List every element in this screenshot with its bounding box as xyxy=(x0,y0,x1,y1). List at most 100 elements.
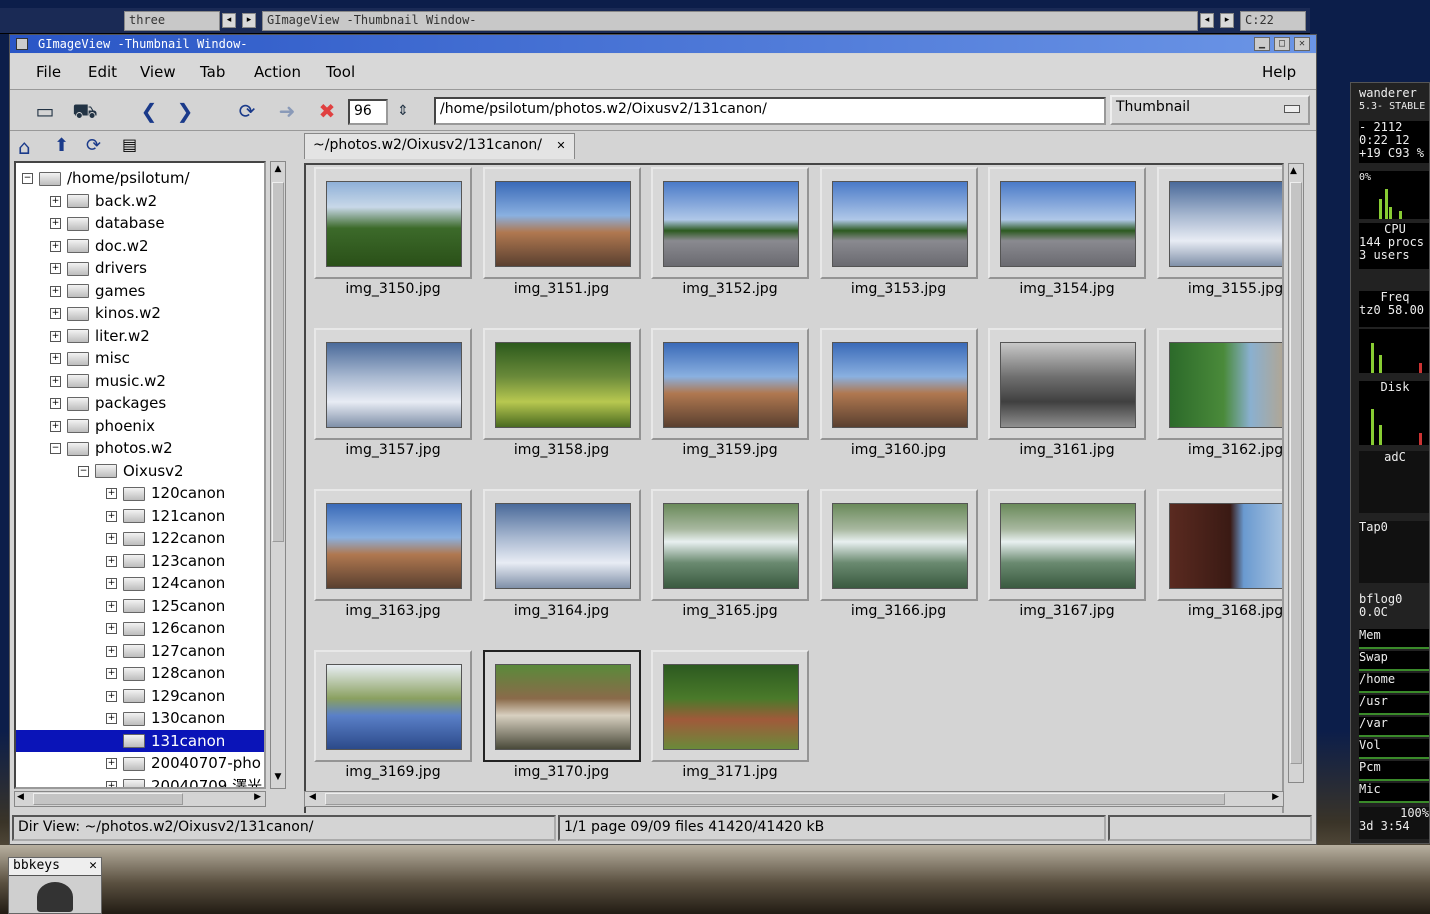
thumbnail-cell[interactable] xyxy=(651,650,809,762)
expand-icon[interactable]: + xyxy=(106,645,117,657)
thumbnail-image[interactable] xyxy=(494,342,631,428)
grid-hscroll-thumb[interactable] xyxy=(325,793,1225,805)
thumbnail-filename[interactable]: img_3165.jpg xyxy=(651,603,809,619)
tree-item[interactable]: + packages xyxy=(16,392,264,414)
dropdown-icon[interactable] xyxy=(1284,105,1300,113)
menu-edit[interactable]: Edit xyxy=(88,63,117,81)
thumbnail-filename[interactable]: img_3168.jpg xyxy=(1157,603,1282,619)
thumbnail-filename[interactable]: img_3170.jpg xyxy=(483,764,641,780)
scroll-down-icon[interactable]: ▼ xyxy=(272,772,284,786)
tree-item[interactable]: +124canon xyxy=(16,572,264,594)
thumbnail-cell[interactable] xyxy=(314,328,472,440)
scroll-up-icon[interactable]: ▲ xyxy=(272,164,284,178)
thumbnail-image[interactable] xyxy=(663,181,799,267)
go-arrow-icon[interactable]: ➜ xyxy=(274,99,300,123)
tree-item[interactable]: − /home/psilotum/ xyxy=(16,167,264,189)
scroll-up-icon[interactable]: ▲ xyxy=(1290,166,1297,176)
up-arrow-icon[interactable]: ⬆ xyxy=(54,135,69,156)
collapse-icon[interactable]: − xyxy=(22,173,33,184)
expand-icon[interactable]: + xyxy=(106,600,117,612)
tree-item[interactable]: − Oixusv2 xyxy=(16,460,264,482)
thumbnail-filename[interactable]: img_3163.jpg xyxy=(314,603,472,619)
stop-icon[interactable]: ✖ xyxy=(314,99,340,123)
thumbnail-cell[interactable] xyxy=(314,650,472,762)
directory-tree[interactable]: − /home/psilotum/ + back.w2 + database + doc.w2… xyxy=(14,161,266,789)
expand-icon[interactable]: + xyxy=(50,353,61,364)
thumbnail-filename[interactable]: img_3167.jpg xyxy=(988,603,1146,619)
tree-item[interactable]: + database xyxy=(16,212,264,234)
expand-icon[interactable]: + xyxy=(106,555,117,567)
expand-icon[interactable]: + xyxy=(50,308,61,319)
tree-item[interactable]: + music.w2 xyxy=(16,370,264,392)
thumbnail-image[interactable] xyxy=(1000,342,1136,428)
thumbnail-filename[interactable]: img_3159.jpg xyxy=(651,442,809,458)
expand-icon[interactable]: + xyxy=(106,623,117,634)
collapse-icon[interactable]: − xyxy=(78,465,89,477)
expand-icon[interactable]: + xyxy=(106,533,117,544)
menu-tab[interactable]: Tab xyxy=(200,63,225,81)
thumbnail-cell[interactable] xyxy=(651,328,809,440)
thumbnail-filename[interactable]: img_3166.jpg xyxy=(820,603,978,619)
refresh-icon[interactable]: ⟳ xyxy=(86,135,101,156)
collapse-icon[interactable]: − xyxy=(50,443,61,454)
tree-item[interactable]: +122canon xyxy=(16,527,264,549)
thumbnail-image[interactable] xyxy=(831,503,968,589)
scroll-left-icon[interactable]: ◀ xyxy=(309,792,316,802)
expand-icon[interactable]: + xyxy=(50,420,61,432)
forward-arrow-icon[interactable]: ❯ xyxy=(172,99,198,123)
thumbnail-image[interactable] xyxy=(326,342,462,428)
expand-icon[interactable]: + xyxy=(50,218,61,229)
expand-icon[interactable]: + xyxy=(50,240,61,252)
scroll-right-icon[interactable]: ▶ xyxy=(1272,792,1279,802)
tree-item[interactable]: + liter.w2 xyxy=(16,325,264,347)
expand-icon[interactable] xyxy=(106,736,117,747)
expand-icon[interactable]: + xyxy=(106,668,117,679)
thumbnail-image[interactable] xyxy=(831,181,968,267)
thumbnail-cell[interactable] xyxy=(1156,328,1282,440)
tree-item[interactable]: + phoenix xyxy=(16,415,264,437)
thumbnail-cell[interactable] xyxy=(314,489,472,601)
thumbnail-filename[interactable]: img_3157.jpg xyxy=(314,442,472,458)
thumbnail-cell[interactable] xyxy=(482,328,641,440)
thumbnail-image[interactable] xyxy=(1168,342,1282,428)
grid-vertical-scrollbar[interactable]: ▲ xyxy=(1288,163,1304,783)
thumbnail-filename[interactable]: img_3161.jpg xyxy=(988,442,1146,458)
expand-icon[interactable]: + xyxy=(106,578,117,589)
thumbnail-image[interactable] xyxy=(1000,181,1136,267)
thumbnail-filename[interactable]: img_3150.jpg xyxy=(314,281,472,297)
thumbnail-cell[interactable] xyxy=(314,167,472,279)
zoom-spinner-icon[interactable]: ⇕ xyxy=(390,99,416,123)
thumbnail-image[interactable] xyxy=(831,342,968,428)
expand-icon[interactable]: + xyxy=(50,195,61,207)
expand-icon[interactable]: + xyxy=(106,713,117,724)
thumbnail-cell[interactable] xyxy=(1156,489,1282,601)
tree-item[interactable]: +126canon xyxy=(16,617,264,639)
expand-icon[interactable]: + xyxy=(106,758,117,769)
thumbnail-cell[interactable] xyxy=(651,489,809,601)
expand-icon[interactable]: + xyxy=(50,375,61,387)
tree-item[interactable]: + kinos.w2 xyxy=(16,302,264,324)
expand-icon[interactable]: + xyxy=(50,263,61,274)
tree-item[interactable]: − photos.w2 xyxy=(16,437,264,459)
thumbnail-image[interactable] xyxy=(663,342,799,428)
thumbnail-grid[interactable]: img_3150.jpg img_3151.jpg img_3152.jpg img_… xyxy=(304,163,1284,818)
tree-item[interactable]: +127canon xyxy=(16,640,264,662)
tree-scroll-thumb[interactable] xyxy=(272,182,284,542)
window-menu-icon[interactable] xyxy=(16,38,28,50)
tree-horizontal-scrollbar[interactable]: ◀ ▶ xyxy=(14,791,266,807)
thumbnail-cell[interactable] xyxy=(819,328,978,440)
thumbnail-filename[interactable]: img_3162.jpg xyxy=(1157,442,1282,458)
grid-horizontal-scrollbar[interactable]: ◀ ▶ xyxy=(304,791,1284,807)
thumbnail-image[interactable] xyxy=(494,181,631,267)
expand-icon[interactable]: + xyxy=(106,488,117,499)
tree-item[interactable]: +121canon xyxy=(16,505,264,527)
minimize-icon[interactable]: ▁ xyxy=(1254,37,1270,51)
document-icon[interactable]: ▤ xyxy=(122,135,137,154)
window-titlebar[interactable]: GImageView -Thumbnail Window- ▁ □ ✕ xyxy=(10,35,1316,53)
tree-item[interactable]: 131canon xyxy=(16,729,264,752)
thumbnail-cell[interactable] xyxy=(988,167,1146,279)
thumbnail-cell[interactable] xyxy=(988,489,1146,601)
right-arrow-icon[interactable]: ▸ xyxy=(242,13,256,28)
tree-item[interactable]: +120canon xyxy=(16,482,264,504)
tree-item[interactable]: + back.w2 xyxy=(16,190,264,212)
